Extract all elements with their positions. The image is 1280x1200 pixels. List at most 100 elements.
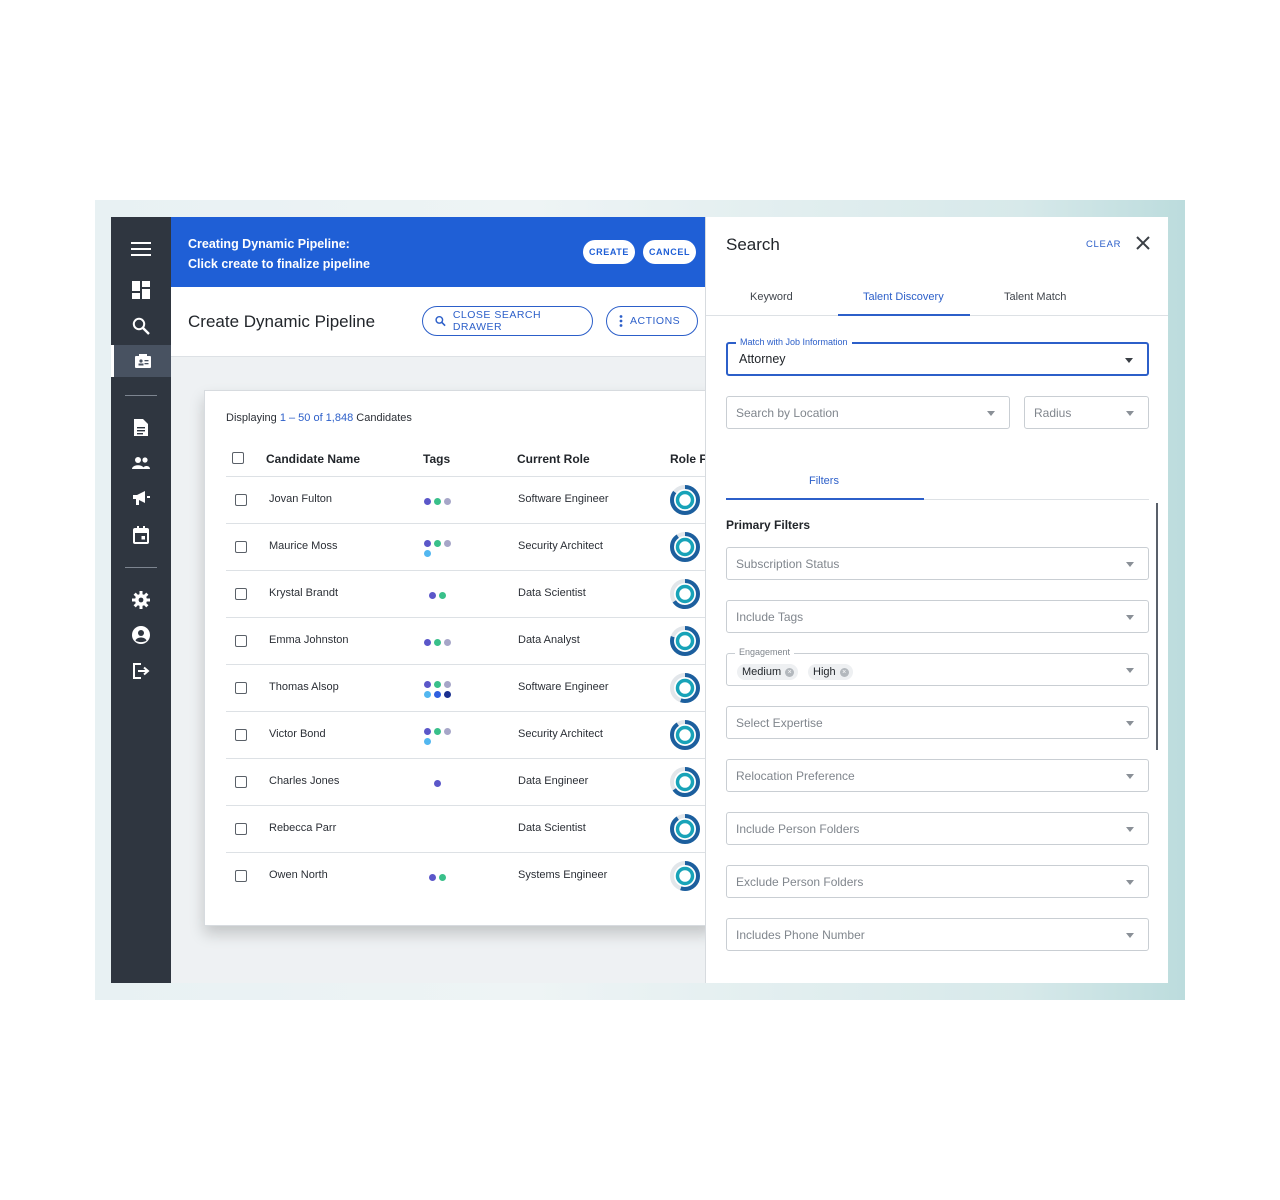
engagement-select[interactable]: Engagement Medium × High × — [726, 647, 1149, 686]
candidate-name[interactable]: Thomas Alsop — [269, 681, 339, 693]
candidate-name[interactable]: Jovan Fulton — [269, 493, 332, 505]
row-checkbox[interactable] — [235, 776, 247, 788]
remove-chip-icon[interactable]: × — [839, 667, 849, 677]
pipeline-icon[interactable] — [111, 345, 171, 377]
tag-dot[interactable] — [434, 681, 441, 688]
table-row[interactable]: Maurice Moss Security Architect — [226, 523, 713, 570]
close-search-drawer-button[interactable]: CLOSE SEARCH DRAWER — [422, 306, 593, 336]
tag-dot[interactable] — [444, 540, 451, 547]
tab-filters[interactable]: Filters — [809, 475, 839, 487]
candidate-name[interactable]: Victor Bond — [269, 728, 326, 740]
display-range-link[interactable]: 1 – 50 of 1,848 — [280, 412, 353, 424]
match-job-information-select[interactable]: Match with Job Information Attorney — [726, 337, 1149, 376]
row-checkbox[interactable] — [235, 541, 247, 553]
subscription-status-select[interactable]: Subscription Status — [726, 547, 1149, 580]
search-drawer-title: Search — [726, 235, 780, 254]
tag-dot[interactable] — [439, 592, 446, 599]
table-row[interactable]: Krystal Brandt Data Scientist — [226, 570, 713, 617]
table-row[interactable]: Emma Johnston Data Analyst — [226, 617, 713, 664]
logout-icon[interactable] — [111, 655, 171, 687]
row-checkbox[interactable] — [235, 588, 247, 600]
actions-button[interactable]: ACTIONS — [606, 306, 698, 336]
candidate-name[interactable]: Krystal Brandt — [269, 587, 338, 599]
tag-dot[interactable] — [424, 681, 431, 688]
tag-dot[interactable] — [424, 540, 431, 547]
menu-icon[interactable] — [111, 233, 171, 265]
include-tags-select[interactable]: Include Tags — [726, 600, 1149, 633]
tab-talent-match[interactable]: Talent Match — [1004, 291, 1066, 303]
tag-dot[interactable] — [434, 728, 441, 735]
role-fit-ring — [669, 578, 701, 610]
tag-dot[interactable] — [444, 498, 451, 505]
column-header-tags[interactable]: Tags — [423, 452, 450, 466]
candidate-name[interactable]: Charles Jones — [269, 775, 339, 787]
tag-dot[interactable] — [429, 874, 436, 881]
radius-select[interactable]: Radius — [1024, 396, 1149, 429]
select-expertise-select[interactable]: Select Expertise — [726, 706, 1149, 739]
tag-dot[interactable] — [424, 550, 431, 557]
dashboard-icon[interactable] — [111, 274, 171, 306]
row-checkbox[interactable] — [235, 729, 247, 741]
column-header-current-role[interactable]: Current Role — [517, 452, 590, 466]
remove-chip-icon[interactable]: × — [785, 667, 795, 677]
table-row[interactable]: Owen North Systems Engineer — [226, 852, 713, 899]
column-header-role-fit[interactable]: Role F — [670, 452, 707, 466]
tag-dot[interactable] — [424, 738, 431, 745]
search-icon[interactable] — [111, 310, 171, 342]
select-all-checkbox[interactable] — [232, 452, 244, 464]
tag-dot[interactable] — [444, 681, 451, 688]
filters-scrollbar[interactable] — [1156, 503, 1158, 750]
tag-dot[interactable] — [439, 874, 446, 881]
calendar-icon[interactable] — [111, 519, 171, 551]
table-row[interactable]: Victor Bond Security Architect — [226, 711, 713, 758]
settings-icon[interactable] — [111, 584, 171, 616]
row-checkbox[interactable] — [235, 635, 247, 647]
engagement-chip-medium[interactable]: Medium × — [737, 664, 799, 680]
tag-dot[interactable] — [434, 780, 441, 787]
megaphone-icon[interactable] — [111, 482, 171, 514]
includes-phone-number-select[interactable]: Includes Phone Number — [726, 918, 1149, 951]
tag-dot[interactable] — [434, 498, 441, 505]
tag-dot[interactable] — [424, 728, 431, 735]
account-icon[interactable] — [111, 619, 171, 651]
column-header-candidate-name[interactable]: Candidate Name — [266, 452, 360, 466]
chevron-down-icon — [1126, 615, 1134, 620]
table-row[interactable]: Thomas Alsop Software Engineer — [226, 664, 713, 711]
candidate-name[interactable]: Rebecca Parr — [269, 822, 336, 834]
tag-dot[interactable] — [424, 691, 431, 698]
candidate-tags — [424, 489, 460, 513]
candidate-name[interactable]: Maurice Moss — [269, 540, 337, 552]
close-icon[interactable] — [1134, 234, 1152, 252]
create-button[interactable]: CREATE — [583, 240, 635, 264]
row-checkbox[interactable] — [235, 494, 247, 506]
row-checkbox[interactable] — [235, 870, 247, 882]
search-location-select[interactable]: Search by Location — [726, 396, 1010, 429]
tag-dot[interactable] — [424, 498, 431, 505]
engagement-chip-high[interactable]: High × — [808, 664, 853, 680]
clear-button[interactable]: CLEAR — [1086, 239, 1121, 250]
row-checkbox[interactable] — [235, 682, 247, 694]
tag-dot[interactable] — [444, 691, 451, 698]
cancel-button[interactable]: CANCEL — [643, 240, 696, 264]
document-icon[interactable] — [111, 411, 171, 443]
tab-keyword[interactable]: Keyword — [750, 291, 793, 303]
sidebar — [111, 217, 171, 983]
tag-dot[interactable] — [434, 639, 441, 646]
tag-dot[interactable] — [434, 540, 441, 547]
tag-dot[interactable] — [444, 639, 451, 646]
candidate-name[interactable]: Emma Johnston — [269, 634, 348, 646]
tag-dot[interactable] — [444, 728, 451, 735]
table-row[interactable]: Jovan Fulton Software Engineer — [226, 476, 713, 523]
people-icon[interactable] — [111, 447, 171, 479]
tag-dot[interactable] — [434, 691, 441, 698]
tag-dot[interactable] — [429, 592, 436, 599]
include-person-folders-select[interactable]: Include Person Folders — [726, 812, 1149, 845]
relocation-preference-select[interactable]: Relocation Preference — [726, 759, 1149, 792]
candidate-name[interactable]: Owen North — [269, 869, 328, 881]
tab-talent-discovery[interactable]: Talent Discovery — [863, 291, 944, 303]
row-checkbox[interactable] — [235, 823, 247, 835]
table-row[interactable]: Rebecca Parr Data Scientist — [226, 805, 713, 852]
tag-dot[interactable] — [424, 639, 431, 646]
exclude-person-folders-select[interactable]: Exclude Person Folders — [726, 865, 1149, 898]
table-row[interactable]: Charles Jones Data Engineer — [226, 758, 713, 805]
